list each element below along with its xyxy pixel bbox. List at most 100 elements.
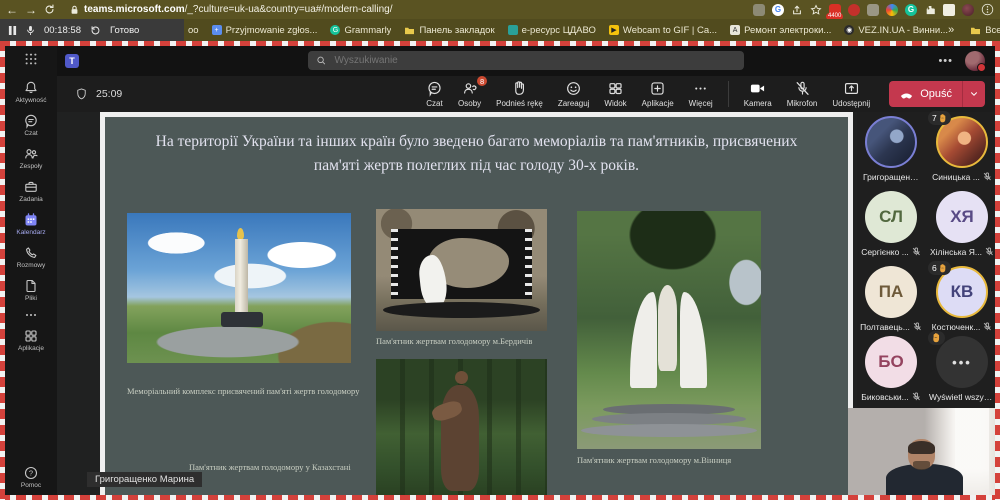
recorder-mic-icon[interactable] [26, 25, 35, 36]
profile-avatar-icon[interactable] [962, 4, 974, 16]
bookmark-item[interactable]: AРемонт электроки... [730, 25, 831, 36]
refresh-icon[interactable] [44, 4, 55, 15]
record-extension-icon[interactable] [848, 4, 860, 16]
sidebar-item-assignments[interactable]: Zadania [19, 179, 43, 203]
recorder-restart-icon[interactable] [90, 25, 101, 36]
participant-tile[interactable]: ХЯ Хілінська Я... [931, 191, 993, 257]
lock-icon [70, 5, 79, 15]
bookmark-item[interactable]: GGrammarly [330, 25, 391, 36]
avatar-initials: ХЯ [936, 191, 988, 243]
browser-menu-icon[interactable] [981, 3, 994, 16]
memorial-base [221, 312, 263, 327]
folder-icon [404, 26, 415, 35]
avatar-initials: БО [865, 336, 917, 388]
caption-vinnytsia: Пам'ятник жертвам голодомору м.Вінниця [577, 454, 737, 466]
participant-tile[interactable]: КВ 6 Костюченк... [931, 266, 993, 332]
back-icon[interactable]: ← [6, 4, 18, 16]
chat-button[interactable]: Czat [426, 80, 443, 108]
sidebar-item-calendar[interactable]: Kalendarz [16, 212, 45, 236]
bookmark-item[interactable]: +Przyjmowanie zgłos... [212, 25, 318, 36]
apps-grid-icon [23, 328, 39, 344]
waffle-icon [24, 52, 38, 66]
sidebar-item-apps[interactable]: Aplikacje [18, 328, 44, 352]
bookmark-item[interactable]: Панель закладок [404, 25, 494, 36]
overflow-avatar: ••• [936, 336, 988, 388]
photo-kyiv-memorial [127, 213, 351, 363]
extensions-puzzle-icon[interactable] [924, 4, 936, 16]
people-icon [461, 80, 478, 97]
participant-name: Хілінська Я... [930, 247, 982, 257]
call-toolbar: 25:09 Czat Osoby 8 Podnieś rękę [57, 76, 995, 112]
raised-hand-icon [932, 333, 941, 343]
participant-tile[interactable]: ПА Полтавець... [860, 266, 922, 332]
teams-topbar: T ••• [57, 46, 995, 76]
sidebar-more-button[interactable] [24, 311, 38, 319]
account-avatar[interactable] [965, 51, 985, 71]
sidebar-extension-icon[interactable] [943, 4, 955, 16]
chevron-down-icon [969, 89, 979, 99]
all-bookmarks-button[interactable]: Все закладки [970, 25, 1000, 36]
react-button[interactable]: Zareaguj [558, 80, 590, 108]
search-icon [316, 55, 326, 66]
sidebar-item-chat[interactable]: Czat [23, 113, 39, 137]
ellipsis-icon [24, 311, 38, 319]
search-bar[interactable] [308, 51, 744, 70]
avatar-initials: ПА [865, 266, 917, 318]
participant-name: Григоращенко ... [863, 172, 919, 182]
waffle-menu-button[interactable] [24, 52, 38, 66]
raised-hand-badge: 7 [928, 111, 951, 125]
leave-button[interactable]: Opuść [889, 81, 962, 107]
teams-logo: T [65, 54, 79, 68]
adblock-extension-icon[interactable]: 4400 [829, 4, 841, 16]
mic-button[interactable]: Mikrofon [787, 80, 818, 108]
speaker-video-tile[interactable] [848, 408, 995, 495]
photo-berdychiv-memorial [376, 209, 547, 331]
participant-tile[interactable]: БО Биковськи... [860, 336, 922, 402]
raise-hand-button[interactable]: Podnieś rękę [496, 80, 543, 108]
bookmark-item[interactable]: e-ресурс ЦДАВО [508, 25, 596, 36]
share-page-icon[interactable] [791, 4, 803, 16]
forward-icon[interactable]: → [25, 4, 37, 16]
sidebar-item-files[interactable]: Pliki [23, 278, 39, 302]
view-button[interactable]: Widok [604, 80, 626, 108]
more-button[interactable]: Więcej [689, 80, 713, 108]
people-button[interactable]: Osoby 8 [458, 80, 481, 108]
ellipsis-icon: ••• [952, 355, 972, 370]
camera-button[interactable]: Kamera [744, 80, 772, 108]
sidebar-item-teams[interactable]: Zespoły [20, 146, 43, 170]
google-icon[interactable]: G [772, 4, 784, 16]
ellipsis-icon [692, 80, 709, 97]
bookmark-item[interactable]: ◉VEZ.IN.UA - Винни... [844, 25, 948, 36]
sidebar-item-help[interactable]: ? Pomoc [21, 465, 41, 489]
sidebar-item-calls[interactable]: Rozmowy [17, 245, 46, 269]
memorial-column [235, 239, 248, 319]
bookmark-item[interactable]: oo [188, 25, 199, 36]
colorful-extension-icon[interactable] [886, 4, 898, 16]
photo-vinnytsia-memorial [577, 211, 761, 449]
participant-name: Синицька ... [932, 172, 980, 182]
bookmark-item[interactable]: ▶Webcam to GIF | Ca... [609, 25, 717, 36]
share-button[interactable]: Udostępnij [832, 80, 870, 108]
pause-icon[interactable] [8, 25, 17, 36]
participant-tile[interactable]: Григоращенко ... [860, 116, 922, 182]
leave-options-caret[interactable] [962, 81, 985, 107]
tab-audio-icon[interactable] [753, 4, 765, 16]
bookmarks-overflow-chevron[interactable]: » [948, 24, 954, 36]
caption-berdychiv: Пам'ятник жертвам голодомору м.Бердичів [376, 335, 536, 347]
browser-toolbar: ← → teams.microsoft.com/_?culture=uk-ua&… [0, 0, 1000, 19]
search-input[interactable] [332, 54, 736, 67]
bookmark-star-icon[interactable] [810, 4, 822, 16]
sidebar-item-activity[interactable]: Aktywność [15, 80, 46, 104]
bookmark-favicon: ▶ [609, 25, 619, 35]
show-all-participants-tile[interactable]: ••• Wyświetl wszys... [931, 336, 993, 402]
address-bar[interactable]: teams.microsoft.com/_?culture=uk-ua&coun… [70, 4, 393, 15]
grammarly-icon[interactable]: G [905, 4, 917, 16]
recorder-done-button[interactable]: Готово [110, 25, 139, 36]
participant-tile[interactable]: СЛ Сергієнко ... [860, 191, 922, 257]
camera-extension-icon[interactable] [867, 4, 879, 16]
apps-button[interactable]: Aplikacje [642, 80, 674, 108]
participant-tile[interactable]: 7 Синицька ... [931, 116, 993, 182]
participant-name: Полтавець... [860, 322, 910, 332]
topbar-more-icon[interactable]: ••• [938, 55, 953, 67]
slide-title: На території України та інших країн було… [150, 130, 804, 178]
